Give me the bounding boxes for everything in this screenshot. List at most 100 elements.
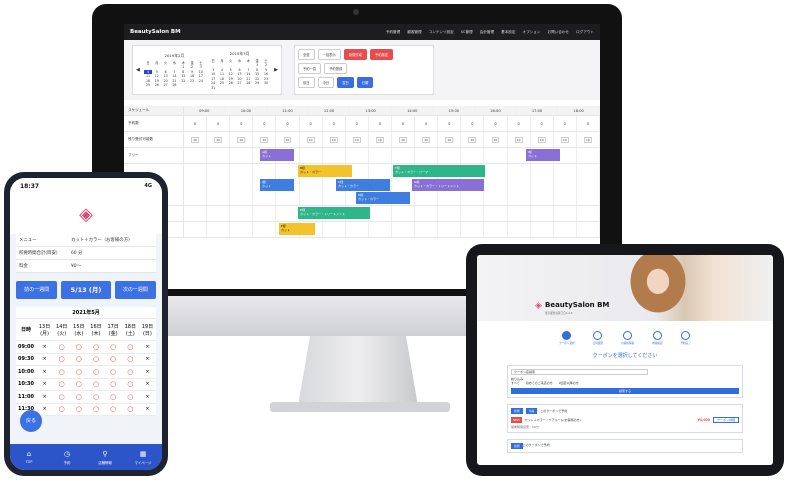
calendar-day[interactable]: 7 xyxy=(244,68,252,72)
schedule-cell[interactable] xyxy=(438,222,462,237)
schedule-cell[interactable] xyxy=(392,222,416,237)
schedule-cell[interactable]: 0 xyxy=(276,116,300,131)
schedule-cell[interactable]: 0 xyxy=(531,116,554,131)
available-slot[interactable]: ○ xyxy=(53,393,70,401)
choose-coupon-button[interactable]: このクーポンで予約 xyxy=(540,409,567,413)
schedule-cell[interactable] xyxy=(230,206,254,221)
schedule-cell[interactable] xyxy=(577,222,600,237)
today-button[interactable]: 今日 xyxy=(317,77,335,88)
available-slot[interactable]: ○ xyxy=(70,343,87,351)
calendar-day[interactable]: 24 xyxy=(197,79,205,83)
calendar-day[interactable]: 19 xyxy=(153,79,161,83)
calendar-day[interactable]: 12 xyxy=(153,74,161,78)
calendar-day[interactable]: 5 xyxy=(227,68,235,72)
schedule-cell[interactable] xyxy=(554,164,577,205)
available-slot[interactable]: ○ xyxy=(87,405,104,413)
coupon-search-input[interactable]: クーポン名検索 xyxy=(511,369,648,375)
schedule-cell[interactable]: 0 xyxy=(392,116,416,131)
prev-day-button[interactable]: 前日 xyxy=(298,77,315,88)
filter-option[interactable]: 初めてのご来店の方 xyxy=(526,381,553,385)
calendar-day[interactable]: 8 xyxy=(179,70,187,74)
schedule-cell[interactable] xyxy=(577,148,600,163)
available-slot[interactable]: ○ xyxy=(53,405,70,413)
nav-item[interactable]: 顧客管理 xyxy=(407,30,421,35)
calendar-day[interactable]: 11 xyxy=(218,72,226,76)
calendar-day[interactable]: 4 xyxy=(218,68,226,72)
available-slot[interactable]: ○ xyxy=(122,380,139,388)
schedule-cell[interactable] xyxy=(230,148,254,163)
schedule-cell[interactable]: 10 xyxy=(300,132,323,147)
calendar-day[interactable]: 22 xyxy=(253,77,261,81)
schedule-cell[interactable]: 0 xyxy=(253,116,277,131)
schedule-cell[interactable]: 10 xyxy=(323,132,346,147)
calendar-day[interactable]: 8 xyxy=(253,68,261,72)
nav-item[interactable]: 会計管理 xyxy=(480,30,494,35)
calendar-day[interactable]: 30 xyxy=(262,81,270,85)
calendar-day[interactable]: 23 xyxy=(262,77,270,81)
calendar-day[interactable]: 14 xyxy=(170,74,178,78)
booking-settings-button[interactable]: 予約設定 xyxy=(369,49,394,60)
schedule-cell[interactable] xyxy=(438,148,462,163)
available-slot[interactable]: ○ xyxy=(105,393,122,401)
coupon-detail-button[interactable]: クーポン詳細 xyxy=(712,417,739,423)
calendar-day[interactable]: 24 xyxy=(209,81,217,85)
calendar-day[interactable]: 11 xyxy=(144,74,152,78)
schedule-cell[interactable]: 10 xyxy=(276,132,300,147)
available-slot[interactable]: ○ xyxy=(53,380,70,388)
calendar-day[interactable]: 28 xyxy=(170,83,178,87)
schedule-cell[interactable] xyxy=(207,148,231,163)
booking-block[interactable]: I様 カット xyxy=(526,149,560,161)
schedule-cell[interactable] xyxy=(276,206,300,221)
schedule-cell[interactable] xyxy=(577,206,600,221)
available-slot[interactable]: ○ xyxy=(70,405,87,413)
schedule-cell[interactable] xyxy=(484,164,508,205)
schedule-cell[interactable]: 0 xyxy=(300,116,323,131)
new-booking-button[interactable]: 新規作成 xyxy=(343,49,367,60)
calendar-day[interactable]: 27 xyxy=(161,83,169,87)
calendar-day[interactable]: 15 xyxy=(253,72,261,76)
calendar-day[interactable]: 14 xyxy=(244,72,252,76)
schedule-cell[interactable] xyxy=(392,148,416,163)
schedule-cell[interactable] xyxy=(461,148,485,163)
calendar-day[interactable]: 26 xyxy=(153,83,161,87)
nav-item[interactable]: お問い合わせ xyxy=(547,30,569,35)
calendar-day[interactable]: 16 xyxy=(262,72,270,76)
calendar-day[interactable]: 17 xyxy=(197,74,205,78)
available-slot[interactable]: ○ xyxy=(122,393,139,401)
schedule-cell[interactable]: 0 xyxy=(508,116,531,131)
available-slot[interactable]: ○ xyxy=(87,393,104,401)
schedule-cell[interactable]: 10 xyxy=(415,132,439,147)
calendar-day[interactable]: 15 xyxy=(179,74,187,78)
schedule-cell[interactable]: 10 xyxy=(508,132,531,147)
calendar-day[interactable]: 9 xyxy=(188,70,196,74)
search-button[interactable]: 検索する xyxy=(511,388,739,394)
schedule-cell[interactable]: 0 xyxy=(346,116,369,131)
calendar-day[interactable]: 16 xyxy=(188,74,196,78)
available-slot[interactable]: ○ xyxy=(105,343,122,351)
schedule-cell[interactable] xyxy=(415,148,439,163)
schedule-cell[interactable]: 0 xyxy=(554,116,577,131)
schedule-cell[interactable]: 0 xyxy=(323,116,346,131)
calendar-day[interactable]: 27 xyxy=(235,81,243,85)
calendar-day[interactable]: 25 xyxy=(144,83,152,87)
next-month-button[interactable]: ▶ xyxy=(274,67,278,73)
calendar-day[interactable]: 21 xyxy=(170,79,178,83)
available-slot[interactable]: ○ xyxy=(105,355,122,363)
schedule-cell[interactable] xyxy=(577,164,600,205)
schedule-cell[interactable] xyxy=(230,222,254,237)
calendar-day[interactable]: 17 xyxy=(209,77,217,81)
schedule-cell[interactable] xyxy=(484,222,508,237)
calendar-day[interactable]: 3 xyxy=(209,68,217,72)
current-date-button[interactable]: 5/13 (月) xyxy=(61,281,111,299)
schedule-cell[interactable]: 0 xyxy=(207,116,231,131)
available-slot[interactable]: ○ xyxy=(53,355,70,363)
schedule-cell[interactable] xyxy=(461,206,485,221)
booking-block[interactable]: G様 カット・カラー・トリートメント xyxy=(412,179,484,191)
schedule-cell[interactable]: 10 xyxy=(484,132,508,147)
schedule-cell[interactable] xyxy=(323,222,346,237)
nav-item[interactable]: SC管理 xyxy=(461,30,473,35)
schedule-cell[interactable] xyxy=(253,206,277,221)
schedule-cell[interactable]: 0 xyxy=(415,116,439,131)
schedule-cell[interactable] xyxy=(531,164,554,205)
tab-booking[interactable]: ◷ 予約 xyxy=(48,444,86,470)
